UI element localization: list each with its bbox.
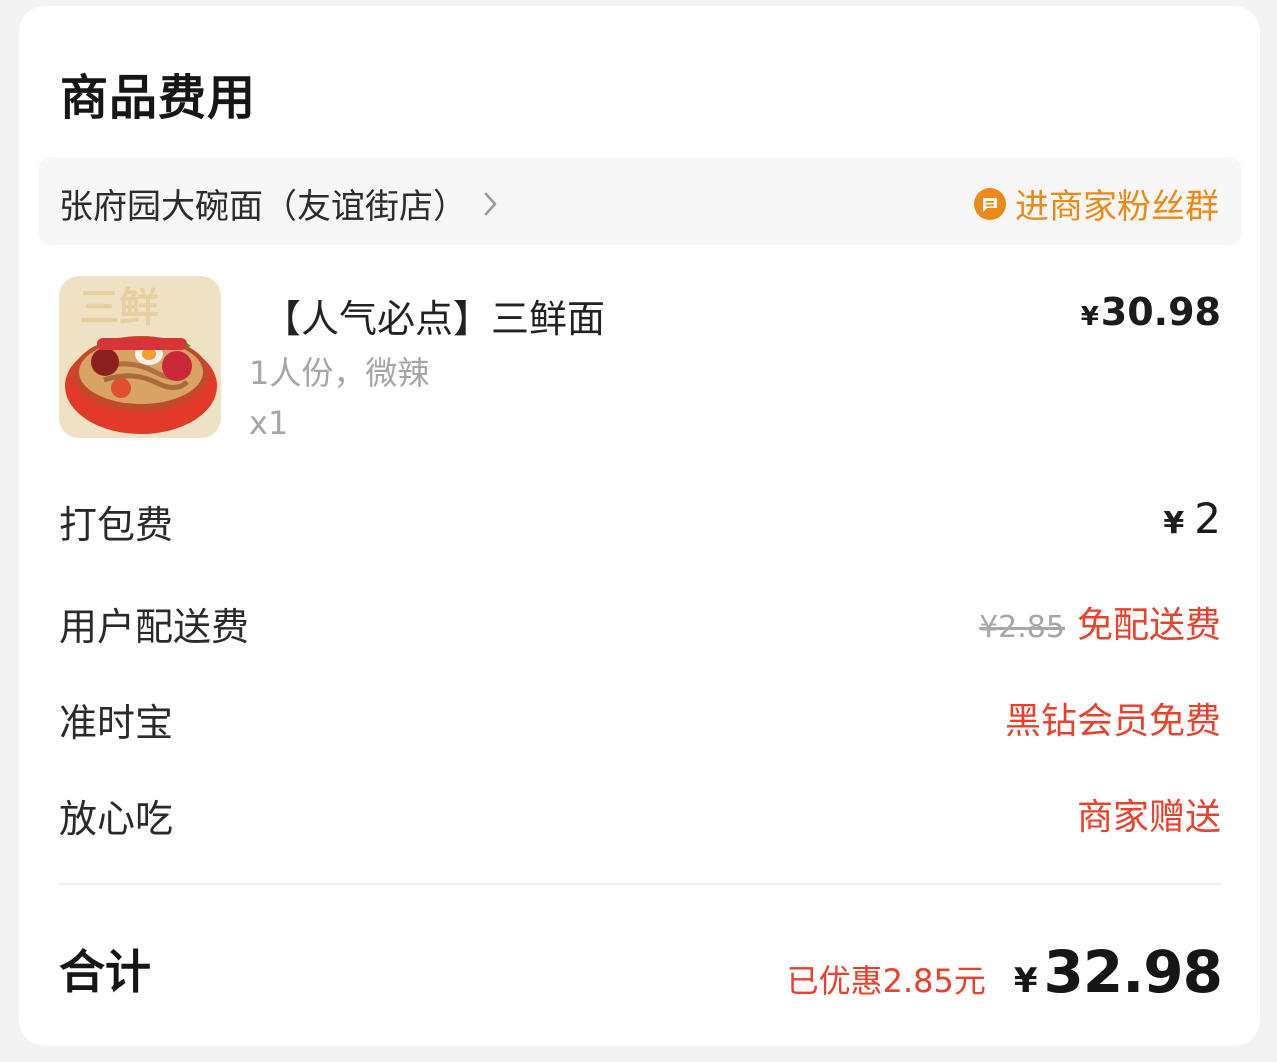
chat-bubble-icon — [974, 187, 1006, 220]
fan-group-button[interactable]: 进商家粉丝群 — [973, 179, 1219, 228]
product-price-value: 30.98 — [1100, 290, 1221, 334]
safe-eat-label: 放心吃 — [59, 797, 174, 841]
section-title: 商品费用 — [60, 70, 257, 126]
thumb-watermark: 三鲜 — [79, 285, 159, 331]
discount-text: 已优惠2.85元 — [786, 962, 986, 1000]
product-item[interactable]: 三鲜 【人气必点】三鲜面 1人份，微辣 x1 ¥30.98 — [59, 276, 1221, 446]
safe-eat-value: 商家赠送 — [1076, 797, 1221, 838]
product-price: ¥30.98 — [1081, 290, 1221, 334]
delivery-free-label: 免配送费 — [1076, 605, 1221, 646]
noodle-bowl-image: 三鲜 — [59, 276, 221, 438]
divider — [59, 883, 1221, 885]
product-spec: 1人份，微辣 — [249, 354, 430, 392]
fee-row-delivery: 用户配送费 ¥2.85 免配送费 — [59, 596, 1221, 656]
product-quantity: x1 — [249, 404, 289, 442]
fee-row-safe-eat: 放心吃 商家赠送 — [59, 788, 1221, 848]
total-label: 合计 — [59, 945, 151, 999]
fee-row-ontime: 准时宝 黑钻会员免费 — [59, 692, 1221, 752]
delivery-label: 用户配送费 — [59, 605, 250, 649]
product-thumbnail[interactable]: 三鲜 — [59, 276, 221, 438]
product-name: 【人气必点】三鲜面 — [263, 297, 606, 341]
packaging-value: ¥2 — [1163, 494, 1221, 543]
fee-card: 商品费用 张府园大碗面（友谊街店） 进商家粉丝群 三鲜 【人气必点】三鲜面 1人… — [19, 6, 1260, 1046]
total-summary: 已优惠2.85元 ¥ 32.98 — [786, 938, 1223, 1006]
total-currency: ¥ — [1013, 961, 1038, 1001]
delivery-value: ¥2.85 免配送费 — [979, 596, 1221, 648]
chevron-right-icon — [484, 192, 497, 215]
ontime-label: 准时宝 — [59, 701, 174, 745]
shop-bar[interactable]: 张府园大碗面（友谊街店） 进商家粉丝群 — [38, 157, 1242, 245]
packaging-label: 打包费 — [59, 503, 174, 547]
ontime-value: 黑钻会员免费 — [1004, 701, 1221, 742]
delivery-original-price: ¥2.85 — [979, 610, 1065, 645]
packaging-amount: 2 — [1194, 494, 1221, 543]
shop-name: 张府园大碗面（友谊街店） — [59, 187, 467, 227]
product-currency: ¥ — [1080, 302, 1099, 332]
packaging-currency: ¥ — [1163, 506, 1185, 541]
shop-link[interactable]: 张府园大碗面（友谊街店） — [59, 179, 499, 228]
fan-group-label: 进商家粉丝群 — [1015, 187, 1219, 227]
fee-row-packaging: 打包费 ¥2 — [59, 494, 1221, 554]
total-amount: 32.98 — [1043, 938, 1223, 1006]
